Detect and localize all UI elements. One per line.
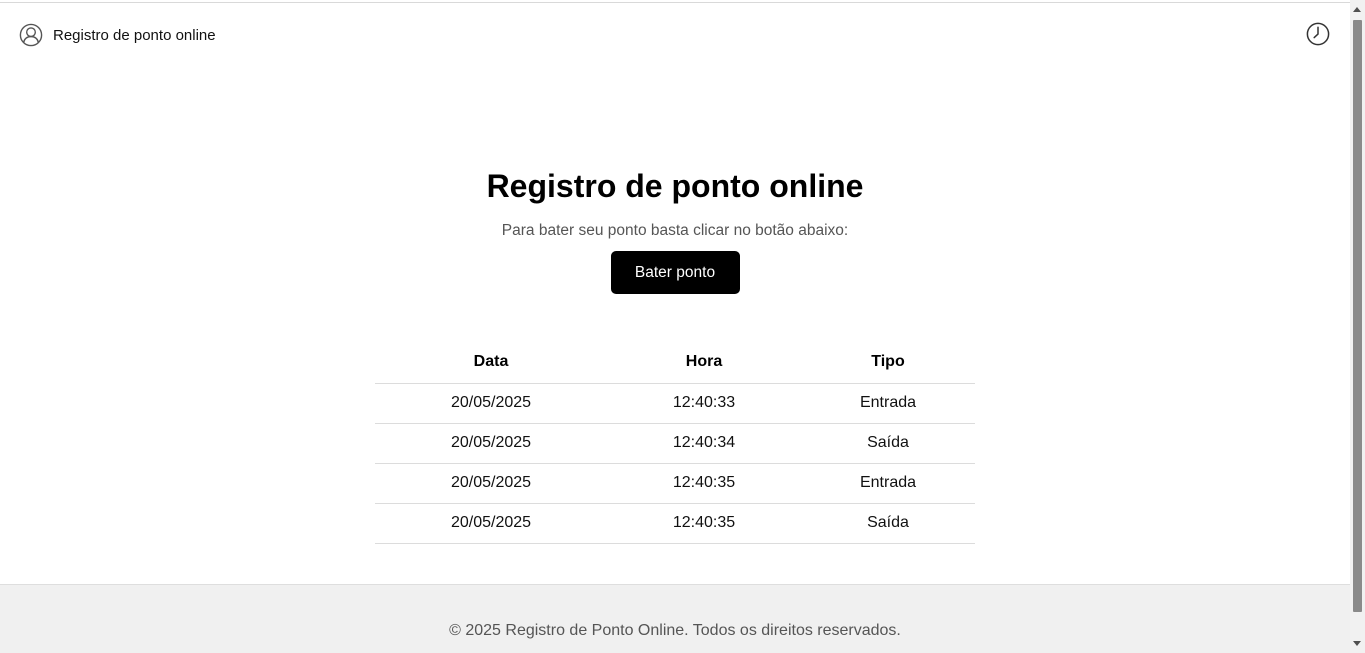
brand: Registro de ponto online bbox=[19, 23, 216, 47]
cell-tipo: Entrada bbox=[801, 383, 975, 424]
cell-data: 20/05/2025 bbox=[375, 423, 607, 464]
column-header-data: Data bbox=[375, 342, 607, 384]
cell-data: 20/05/2025 bbox=[375, 503, 607, 544]
page: Registro de ponto online Registro de pon… bbox=[0, 0, 1350, 653]
cell-hora: 12:40:34 bbox=[607, 423, 801, 464]
scroll-up-arrow-icon[interactable] bbox=[1353, 7, 1361, 12]
cell-tipo: Entrada bbox=[801, 463, 975, 504]
records-table: Data Hora Tipo 20/05/2025 12:40:33 Entra… bbox=[375, 342, 975, 544]
cell-data: 20/05/2025 bbox=[375, 463, 607, 504]
user-circle-icon bbox=[19, 23, 43, 47]
history-button[interactable] bbox=[1306, 22, 1330, 46]
column-header-hora: Hora bbox=[607, 342, 801, 384]
scroll-down-arrow-icon[interactable] bbox=[1353, 641, 1361, 646]
vertical-scrollbar[interactable] bbox=[1350, 0, 1365, 653]
cell-tipo: Saída bbox=[801, 503, 975, 544]
bater-ponto-button[interactable]: Bater ponto bbox=[610, 251, 740, 294]
page-title: Registro de ponto online bbox=[486, 168, 864, 204]
footer-copyright: © 2025 Registro de Ponto Online. Todos o… bbox=[449, 622, 901, 639]
page-subtitle: Para bater seu ponto basta clicar no bot… bbox=[501, 222, 849, 239]
cell-hora: 12:40:33 bbox=[607, 383, 801, 424]
cell-data: 20/05/2025 bbox=[375, 383, 607, 424]
cell-hora: 12:40:35 bbox=[607, 503, 801, 544]
brand-title: Registro de ponto online bbox=[53, 26, 216, 44]
column-header-tipo: Tipo bbox=[801, 342, 975, 384]
table-row: 20/05/2025 12:40:35 Saída bbox=[375, 503, 975, 544]
app-header: Registro de ponto online bbox=[0, 3, 1350, 65]
table-header-row: Data Hora Tipo bbox=[375, 342, 975, 384]
main-content: Registro de ponto online Para bater seu … bbox=[0, 160, 1350, 294]
table-row: 20/05/2025 12:40:35 Entrada bbox=[375, 463, 975, 504]
table-row: 20/05/2025 12:40:33 Entrada bbox=[375, 383, 975, 424]
clock-icon bbox=[1306, 22, 1330, 46]
scrollbar-thumb[interactable] bbox=[1353, 20, 1362, 612]
cell-tipo: Saída bbox=[801, 423, 975, 464]
page-footer: © 2025 Registro de Ponto Online. Todos o… bbox=[0, 584, 1350, 653]
table-row: 20/05/2025 12:40:34 Saída bbox=[375, 423, 975, 464]
cell-hora: 12:40:35 bbox=[607, 463, 801, 504]
